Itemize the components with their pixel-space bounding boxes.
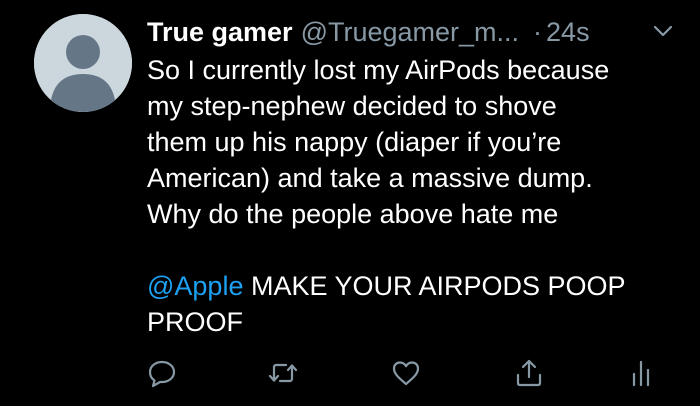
default-profile-icon: [34, 14, 132, 112]
mention-text-rest: MAKE YOUR AIRPODS POOP: [243, 271, 626, 301]
reply-button[interactable]: [145, 356, 179, 390]
tweet-text-line: American) and take a massive dump.: [147, 163, 593, 193]
tweet-text-line: my step-nephew decided to shove: [147, 91, 557, 121]
tweet[interactable]: True gamer @Truegamer_m... · 24s So I cu…: [0, 0, 700, 406]
tweet-header: True gamer @Truegamer_m... · 24s: [147, 14, 687, 50]
author-display-name[interactable]: True gamer: [147, 17, 293, 48]
tweet-actions: [0, 356, 700, 396]
avatar[interactable]: [34, 14, 132, 112]
chevron-down-icon[interactable]: [653, 24, 673, 40]
retweet-icon: [268, 363, 298, 383]
analytics-icon: [632, 360, 650, 387]
heart-icon: [392, 361, 420, 386]
tweet-text: So I currently lost my AirPods because m…: [147, 52, 687, 340]
separator-dot: ·: [533, 16, 543, 47]
like-button[interactable]: [389, 356, 423, 390]
tweet-text-line: So I currently lost my AirPods because: [147, 55, 610, 85]
share-button[interactable]: [512, 356, 546, 390]
timestamp[interactable]: 24s: [546, 17, 590, 48]
tweet-text-line: PROOF: [147, 307, 244, 337]
share-icon: [516, 359, 542, 387]
tweet-text-line: Why do the people above hate me: [147, 199, 559, 229]
author-handle[interactable]: @Truegamer_m...: [301, 17, 519, 48]
tweet-text-line: @Apple MAKE YOUR AIRPODS POOP: [147, 268, 687, 304]
mention-link[interactable]: @Apple: [147, 271, 243, 301]
retweet-button[interactable]: [266, 356, 300, 390]
analytics-button[interactable]: [624, 356, 658, 390]
reply-icon: [148, 360, 176, 388]
tweet-text-line: them up his nappy (diaper if you’re: [147, 127, 562, 157]
